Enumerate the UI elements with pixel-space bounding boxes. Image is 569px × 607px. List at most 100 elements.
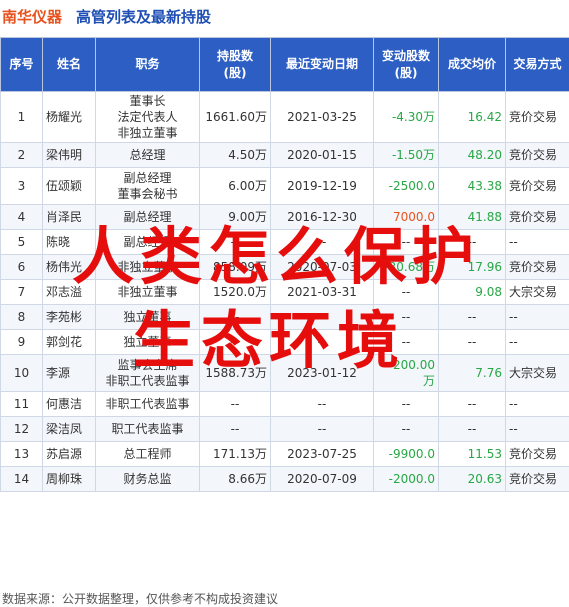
row-number: 2 [1,143,43,168]
executive-position: 独立董事 [96,305,200,330]
shares-held: 4.50万 [200,143,271,168]
change-date: 2021-03-25 [271,92,374,143]
executive-name: 何惠洁 [43,392,96,417]
shares-held: -- [200,230,271,255]
executive-table: 序号姓名职务持股数(股)最近变动日期变动股数(股)成交均价交易方式 1杨耀光董事… [0,37,569,492]
average-price: -- [439,230,506,255]
shares-held: 6.00万 [200,168,271,205]
table-body: 1杨耀光董事长法定代表人非独立董事1661.60万2021-03-25-4.30… [1,92,569,492]
change-date: -- [271,392,374,417]
trade-method: 竞价交易 [506,168,569,205]
row-number: 1 [1,92,43,143]
shares-change: 7000.0 [374,205,439,230]
row-number: 8 [1,305,43,330]
executive-position: 董事长法定代表人非独立董事 [96,92,200,143]
change-date: 2023-07-25 [271,442,374,467]
trade-method: 竞价交易 [506,255,569,280]
change-date: -- [271,417,374,442]
row-number: 13 [1,442,43,467]
executive-name: 陈晓 [43,230,96,255]
executive-position: 非职工代表监事 [96,392,200,417]
trade-method: -- [506,230,569,255]
trade-method: 大宗交易 [506,280,569,305]
change-date: 2019-12-19 [271,168,374,205]
table-row[interactable]: 2梁伟明总经理4.50万2020-01-15-1.50万48.20竞价交易 [1,143,569,168]
table-row[interactable]: 8李苑彬独立董事---------- [1,305,569,330]
row-number: 4 [1,205,43,230]
executive-name: 伍颂颖 [43,168,96,205]
row-number: 9 [1,330,43,355]
average-price: 41.88 [439,205,506,230]
change-date: 2016-12-30 [271,205,374,230]
table-row[interactable]: 12梁洁凤职工代表监事---------- [1,417,569,442]
shares-held: 1588.73万 [200,355,271,392]
table-row[interactable]: 4肖泽民副总经理9.00万2016-12-307000.041.88竞价交易 [1,205,569,230]
shares-change: -9900.0 [374,442,439,467]
change-date: 2020-07-09 [271,467,374,492]
column-header: 变动股数(股) [374,38,439,92]
column-header: 最近变动日期 [271,38,374,92]
change-date: 2020-07-03 [271,255,374,280]
table-row[interactable]: 11何惠洁非职工代表监事---------- [1,392,569,417]
executive-name: 周柳珠 [43,467,96,492]
executive-name: 杨伟光 [43,255,96,280]
executive-name: 杨耀光 [43,92,96,143]
average-price: -- [439,417,506,442]
trade-method: 竞价交易 [506,205,569,230]
shares-change: -1.50万 [374,143,439,168]
average-price: 20.63 [439,467,506,492]
company-name[interactable]: 南华仪器 [2,6,62,27]
column-header: 序号 [1,38,43,92]
shares-held: 9.00万 [200,205,271,230]
trade-method: 大宗交易 [506,355,569,392]
trade-method: 竞价交易 [506,467,569,492]
table-row[interactable]: 1杨耀光董事长法定代表人非独立董事1661.60万2021-03-25-4.30… [1,92,569,143]
row-number: 3 [1,168,43,205]
average-price: -- [439,392,506,417]
executive-name: 邓志溢 [43,280,96,305]
average-price: 17.96 [439,255,506,280]
shares-change: -2500.0 [374,168,439,205]
executive-position: 非独立董事 [96,255,200,280]
executive-position: 副总经理 [96,205,200,230]
table-row[interactable]: 7邓志溢非独立董事1520.0万2021-03-31--9.08大宗交易 [1,280,569,305]
table-row[interactable]: 10李源监事会主席非职工代表监事1588.73万2023-01-12-200.0… [1,355,569,392]
table-row[interactable]: 14周柳珠财务总监8.66万2020-07-09-2000.020.63竞价交易 [1,467,569,492]
shares-change: -2000.0 [374,467,439,492]
average-price: -- [439,330,506,355]
trade-method: -- [506,417,569,442]
change-date: -- [271,230,374,255]
trade-method: -- [506,330,569,355]
row-number: 14 [1,467,43,492]
row-number: 6 [1,255,43,280]
trade-method: 竞价交易 [506,442,569,467]
average-price: 48.20 [439,143,506,168]
average-price: 7.76 [439,355,506,392]
table-row[interactable]: 3伍颂颖副总经理董事会秘书6.00万2019-12-19-2500.043.38… [1,168,569,205]
row-number: 12 [1,417,43,442]
executive-name: 梁洁凤 [43,417,96,442]
column-header: 交易方式 [506,38,569,92]
shares-change: -- [374,392,439,417]
change-date: 2023-01-12 [271,355,374,392]
shares-held: -- [200,330,271,355]
executive-position: 总工程师 [96,442,200,467]
table-row[interactable]: 9郭剑花独立董事---------- [1,330,569,355]
column-header: 姓名 [43,38,96,92]
data-source-note: 数据来源：公开数据整理，仅供参考不构成投资建议 [2,590,278,607]
shares-change: -- [374,280,439,305]
table-row[interactable]: 6杨伟光非独立董事858.09万2020-07-03-30.68万17.96竞价… [1,255,569,280]
table-row[interactable]: 5陈晓副总经理---------- [1,230,569,255]
shares-held: -- [200,417,271,442]
average-price: 11.53 [439,442,506,467]
executive-position: 副总经理董事会秘书 [96,168,200,205]
shares-held: 858.09万 [200,255,271,280]
table-row[interactable]: 13苏启源总工程师171.13万2023-07-25-9900.011.53竞价… [1,442,569,467]
table-header-row: 序号姓名职务持股数(股)最近变动日期变动股数(股)成交均价交易方式 [1,38,569,92]
trade-method: 竞价交易 [506,143,569,168]
executive-position: 财务总监 [96,467,200,492]
executive-name: 李源 [43,355,96,392]
executive-table-container: 序号姓名职务持股数(股)最近变动日期变动股数(股)成交均价交易方式 1杨耀光董事… [0,37,569,492]
average-price: 9.08 [439,280,506,305]
change-date: 2020-01-15 [271,143,374,168]
